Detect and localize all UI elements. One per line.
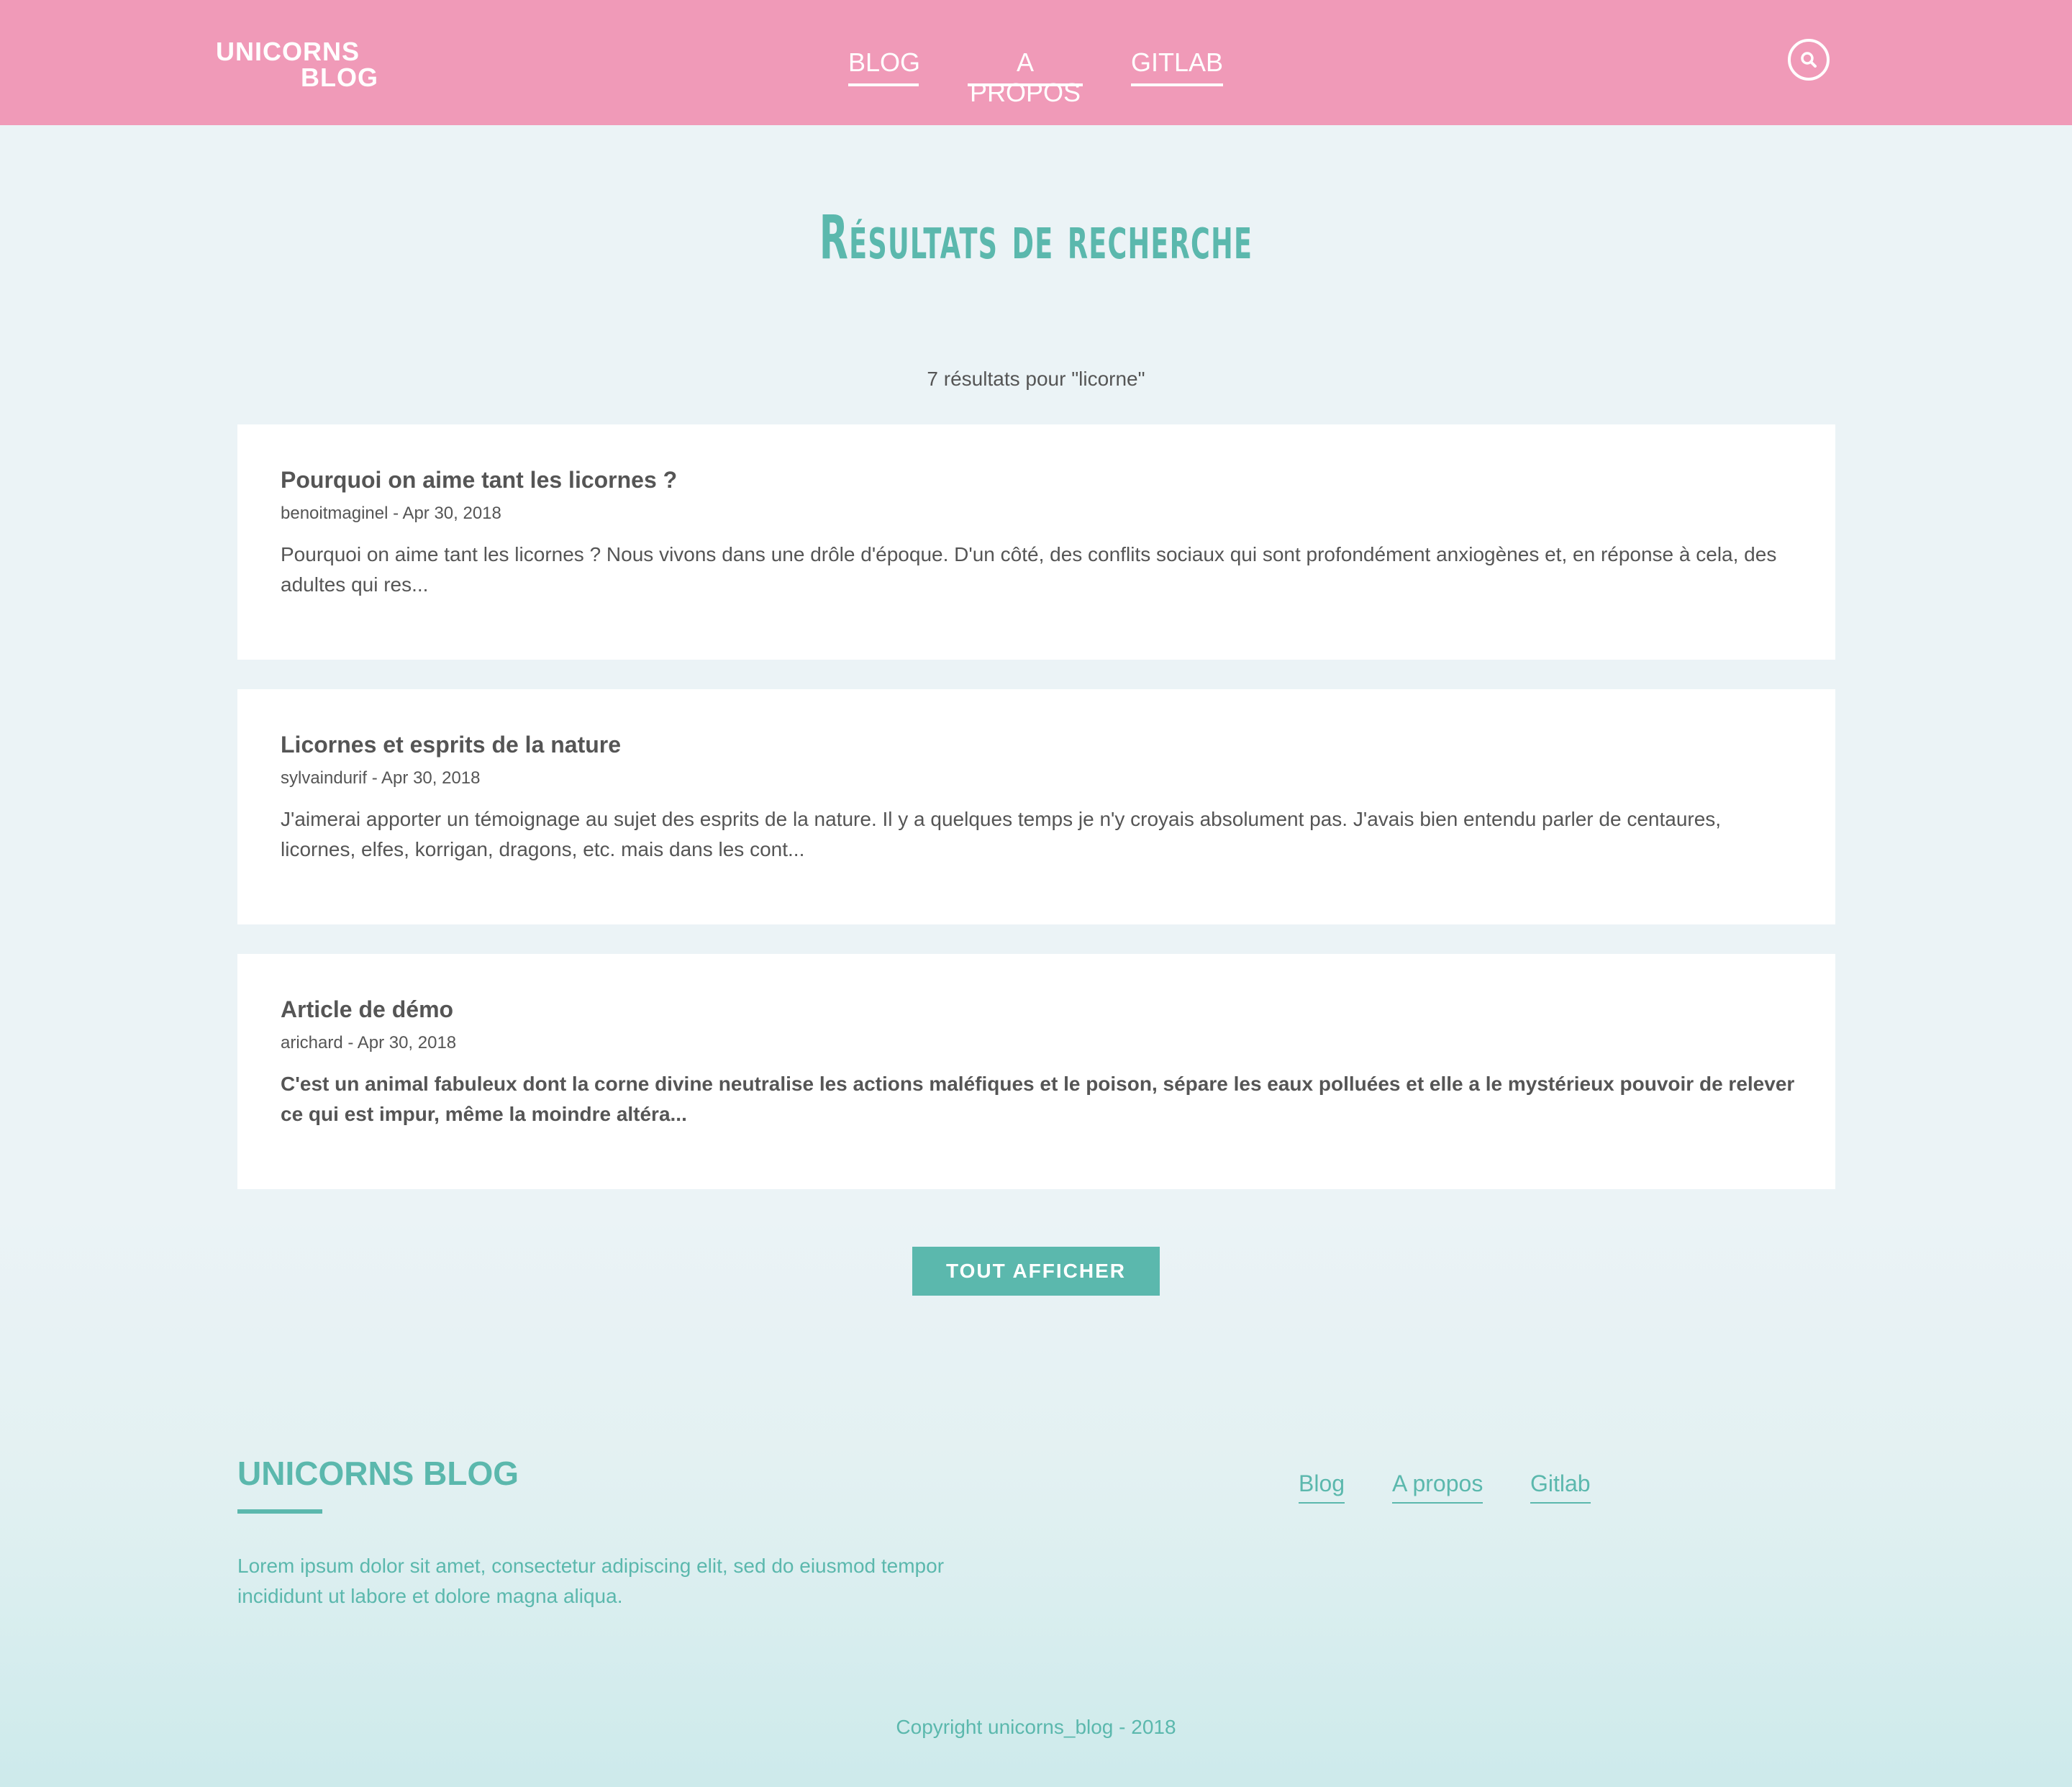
footer-link-apropos[interactable]: A propos (1392, 1469, 1483, 1504)
footer-link-gitlab-label: Gitlab (1530, 1470, 1591, 1496)
footer-link-blog[interactable]: Blog (1299, 1469, 1345, 1504)
result-excerpt: Pourquoi on aime tant les licornes ? Nou… (281, 543, 1777, 596)
footer-link-underline (1299, 1502, 1345, 1504)
footer-description: Lorem ipsum dolor sit amet, consectetur … (237, 1555, 945, 1607)
copyright: Copyright unicorns_blog - 2018 (896, 1716, 1176, 1738)
nav-underline (1131, 83, 1223, 86)
footer-link-underline (1392, 1502, 1483, 1504)
nav-underline (848, 83, 919, 86)
nav-link-gitlab[interactable]: GITLAB (1131, 47, 1224, 86)
result-card: Licornes et esprits de la nature sylvain… (237, 689, 1835, 924)
results-count: 7 résultats pour "licorne" (927, 368, 1145, 390)
result-title[interactable]: Article de démo (281, 994, 453, 1024)
result-excerpt: J'aimerai apporter un témoignage au suje… (281, 808, 1722, 860)
result-meta: arichard - Apr 30, 2018 (281, 1033, 457, 1052)
nav-link-apropos[interactable]: A PROPOS (960, 47, 1090, 108)
result-excerpt: C'est un animal fabuleux dont la corne d… (281, 1073, 1795, 1125)
footer-brand: UNICORNS BLOG (237, 1455, 519, 1492)
result-meta: benoitmaginel - Apr 30, 2018 (281, 504, 501, 523)
result-card: Pourquoi on aime tant les licornes ? ben… (237, 424, 1835, 660)
result-card: Article de démo arichard - Apr 30, 2018 … (237, 954, 1835, 1189)
footer-link-gitlab[interactable]: Gitlab (1530, 1469, 1591, 1504)
nav-link-blog-label: BLOG (848, 47, 921, 77)
result-meta: sylvaindurif - Apr 30, 2018 (281, 768, 481, 788)
footer-link-apropos-label: A propos (1392, 1470, 1483, 1496)
footer-link-blog-label: Blog (1299, 1470, 1345, 1496)
nav-link-blog[interactable]: BLOG (848, 47, 921, 86)
main-nav: BLOG A PROPOS GITLAB (0, 47, 2072, 107)
show-all-button[interactable]: TOUT AFFICHER (912, 1247, 1160, 1296)
footer-brand-underline (237, 1509, 322, 1514)
site-header: UNICORNS BLOG BLOG A PROPOS GITLAB (0, 0, 2072, 125)
result-title[interactable]: Licornes et esprits de la nature (281, 729, 621, 760)
nav-underline (968, 83, 1083, 86)
search-icon (1801, 52, 1817, 68)
page-title: Résultats de recherche (819, 202, 1253, 273)
nav-link-gitlab-label: GITLAB (1131, 47, 1224, 77)
search-button[interactable] (1788, 39, 1830, 81)
result-title[interactable]: Pourquoi on aime tant les licornes ? (281, 465, 677, 495)
footer-link-underline (1530, 1502, 1591, 1504)
nav-link-apropos-label: A PROPOS (969, 47, 1081, 107)
